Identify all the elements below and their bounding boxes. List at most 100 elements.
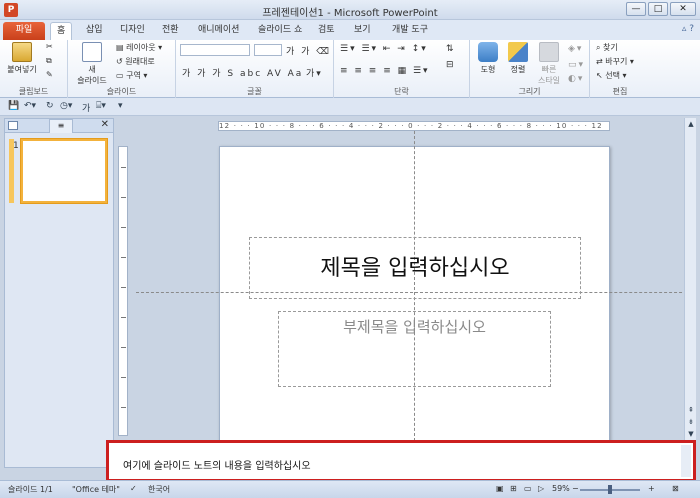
cursor-icon: ↖	[596, 71, 606, 80]
text-direction-icon[interactable]: ⇅	[446, 44, 456, 54]
close-button[interactable]: ✕	[670, 2, 696, 16]
customize-qat-icon[interactable]: ▾	[118, 101, 123, 111]
help-icon[interactable]: ▵ ?	[682, 24, 694, 34]
slides-tab-icon[interactable]	[8, 121, 18, 130]
tab-slideshow[interactable]: 슬라이드 쇼	[252, 22, 308, 40]
zoom-slider-handle[interactable]	[608, 485, 612, 494]
tab-review[interactable]: 검토	[312, 22, 341, 40]
title-placeholder[interactable]: 제목을 입력하십시오	[249, 237, 581, 299]
tab-design[interactable]: 디자인	[114, 22, 151, 40]
horizontal-ruler[interactable]: 12 · · · 10 · · · 8 · · · 6 · · · 4 · · …	[218, 121, 610, 131]
ribbon-tab-row: 파일 홈 삽입 디자인 전환 애니메이션 슬라이드 쇼 검토 보기 개발 도구 …	[0, 20, 700, 40]
replace-button[interactable]: ⇄ 바꾸기 ▾	[596, 56, 634, 67]
scroll-down-icon[interactable]: ▼	[685, 428, 697, 440]
shapes-label: 도형	[480, 65, 496, 74]
theme-name[interactable]: "Office 테마"	[72, 484, 120, 495]
clipboard-group: 붙여넣기 ✂ ⧉ ✎ 클립보드	[0, 40, 68, 98]
new-slide-button[interactable]: 새 슬라이드	[72, 42, 112, 86]
language-indicator[interactable]: 한국어	[148, 484, 170, 495]
copy-icon[interactable]: ⧉	[46, 56, 52, 66]
minimize-button[interactable]: —	[626, 2, 646, 16]
slide-counter: 슬라이드 1/1	[8, 485, 53, 494]
font-size-combo[interactable]	[254, 44, 282, 56]
section-button[interactable]: ▭ 구역 ▾	[116, 70, 147, 81]
tab-file[interactable]: 파일	[3, 22, 45, 40]
fit-to-window-icon[interactable]: ⊠	[672, 484, 679, 493]
drawing-group: 도형 정렬 빠른 스타일 ◈▾ ▭▾ ◐▾ 그리기	[470, 40, 590, 98]
cut-icon[interactable]: ✂	[46, 42, 53, 51]
arrange-label: 정렬	[510, 65, 526, 74]
notes-scrollbar[interactable]	[681, 445, 691, 477]
slide-sorter-icon[interactable]: ⊞	[510, 484, 517, 493]
notes-pane[interactable]: 여기에 슬라이드 노트의 내용을 입력하십시오	[106, 440, 696, 482]
paste-icon	[12, 42, 32, 62]
format-qat-icon[interactable]: ⌸▾	[96, 101, 106, 111]
ruler-tick	[121, 407, 126, 408]
new-slide-label-line1: 새	[88, 65, 96, 74]
tab-view[interactable]: 보기	[348, 22, 377, 40]
editor-vertical-scrollbar[interactable]: ▲ ⇞ ⇟ ▼	[684, 118, 696, 440]
reading-view-icon[interactable]: ▭	[524, 484, 532, 493]
maximize-button[interactable]: □	[648, 2, 668, 16]
ruler-tick	[121, 197, 126, 198]
close-pane-icon[interactable]: ✕	[101, 119, 109, 130]
find-button[interactable]: ⌕ 찾기	[596, 42, 618, 53]
scroll-up-icon[interactable]: ▲	[685, 118, 697, 130]
select-button[interactable]: ↖ 선택 ▾	[596, 70, 627, 81]
previous-slide-icon[interactable]: ⇞	[685, 404, 697, 416]
zoom-out-icon[interactable]: −	[572, 484, 579, 493]
ruler-tick	[121, 167, 126, 168]
font-name-combo[interactable]	[180, 44, 250, 56]
align-text-icon[interactable]: ⊟	[446, 60, 456, 70]
slides-group-label: 슬라이드	[106, 87, 137, 96]
format-painter-icon[interactable]: ✎	[46, 70, 53, 79]
paste-button[interactable]: 붙여넣기	[4, 42, 40, 75]
zoom-level[interactable]: 59%	[552, 484, 570, 493]
spellcheck-icon[interactable]: ✓	[130, 484, 137, 493]
slideshow-icon[interactable]: ◷▾	[60, 101, 72, 111]
outline-tab[interactable]: ≡	[49, 119, 73, 133]
notes-placeholder[interactable]: 여기에 슬라이드 노트의 내용을 입력하십시오	[123, 457, 311, 472]
align-buttons[interactable]: ≡ ≡ ≡ ≡ ▦ ☰▾	[340, 66, 430, 76]
list-buttons[interactable]: ☰▾ ☰▾ ⇤ ⇥ ↕▾	[340, 44, 428, 54]
tab-transitions[interactable]: 전환	[156, 22, 185, 40]
ruler-tick	[121, 227, 126, 228]
font-format-buttons[interactable]: 가 가 가 S abc AV Aa	[182, 66, 303, 79]
shapes-button[interactable]: 도형	[474, 42, 502, 75]
font-size-qat-icon[interactable]: 가	[82, 101, 90, 114]
slide-thumbnail-pane: ≡ ✕ 1	[4, 118, 114, 468]
replace-label: 바꾸기	[605, 57, 628, 66]
pane-tabs: ≡ ✕	[5, 119, 113, 133]
undo-icon[interactable]: ↶▾	[24, 101, 36, 111]
redo-icon[interactable]: ↻	[46, 101, 54, 111]
arrange-button[interactable]: 정렬	[504, 42, 532, 75]
reset-button[interactable]: ↺ 원래대로	[116, 56, 155, 67]
save-icon[interactable]: 💾	[8, 101, 19, 111]
zoom-in-icon[interactable]: +	[648, 484, 655, 493]
new-slide-label-line2: 슬라이드	[77, 76, 107, 85]
layout-button[interactable]: ▤ 레이아웃 ▾	[116, 42, 162, 53]
font-group-label: 글꼴	[247, 87, 262, 96]
shapes-icon	[478, 42, 498, 62]
font-color-icon[interactable]: 가▾	[306, 66, 323, 79]
layout-icon: ▤	[116, 43, 127, 52]
paragraph-group: ☰▾ ☰▾ ⇤ ⇥ ↕▾ ≡ ≡ ≡ ≡ ▦ ☰▾ ⇅ ⊟ 단락	[334, 40, 470, 98]
next-slide-icon[interactable]: ⇟	[685, 416, 697, 428]
shape-outline-icon[interactable]: ▭▾	[568, 60, 585, 70]
slideshow-view-icon[interactable]: ▷	[538, 484, 544, 493]
grow-shrink-font-icons[interactable]: 가 가 ⌫	[286, 44, 331, 57]
arrange-icon	[508, 42, 528, 62]
quick-styles-button[interactable]: 빠른 스타일	[534, 42, 564, 86]
vertical-ruler[interactable]	[118, 146, 128, 436]
tab-insert[interactable]: 삽입	[80, 22, 109, 40]
slide-thumbnail[interactable]	[21, 139, 107, 203]
shape-fill-icon[interactable]: ◈▾	[568, 44, 583, 54]
editing-group: ⌕ 찾기 ⇄ 바꾸기 ▾ ↖ 선택 ▾ 편집	[590, 40, 650, 98]
subtitle-placeholder[interactable]: 부제목을 입력하십시오	[278, 311, 551, 387]
tab-home[interactable]: 홈	[50, 22, 73, 40]
tab-developer[interactable]: 개발 도구	[386, 22, 434, 40]
tab-animations[interactable]: 애니메이션	[192, 22, 245, 40]
shape-effects-icon[interactable]: ◐▾	[568, 74, 584, 84]
ruler-tick	[121, 377, 126, 378]
normal-view-icon[interactable]: ▣	[496, 484, 504, 493]
